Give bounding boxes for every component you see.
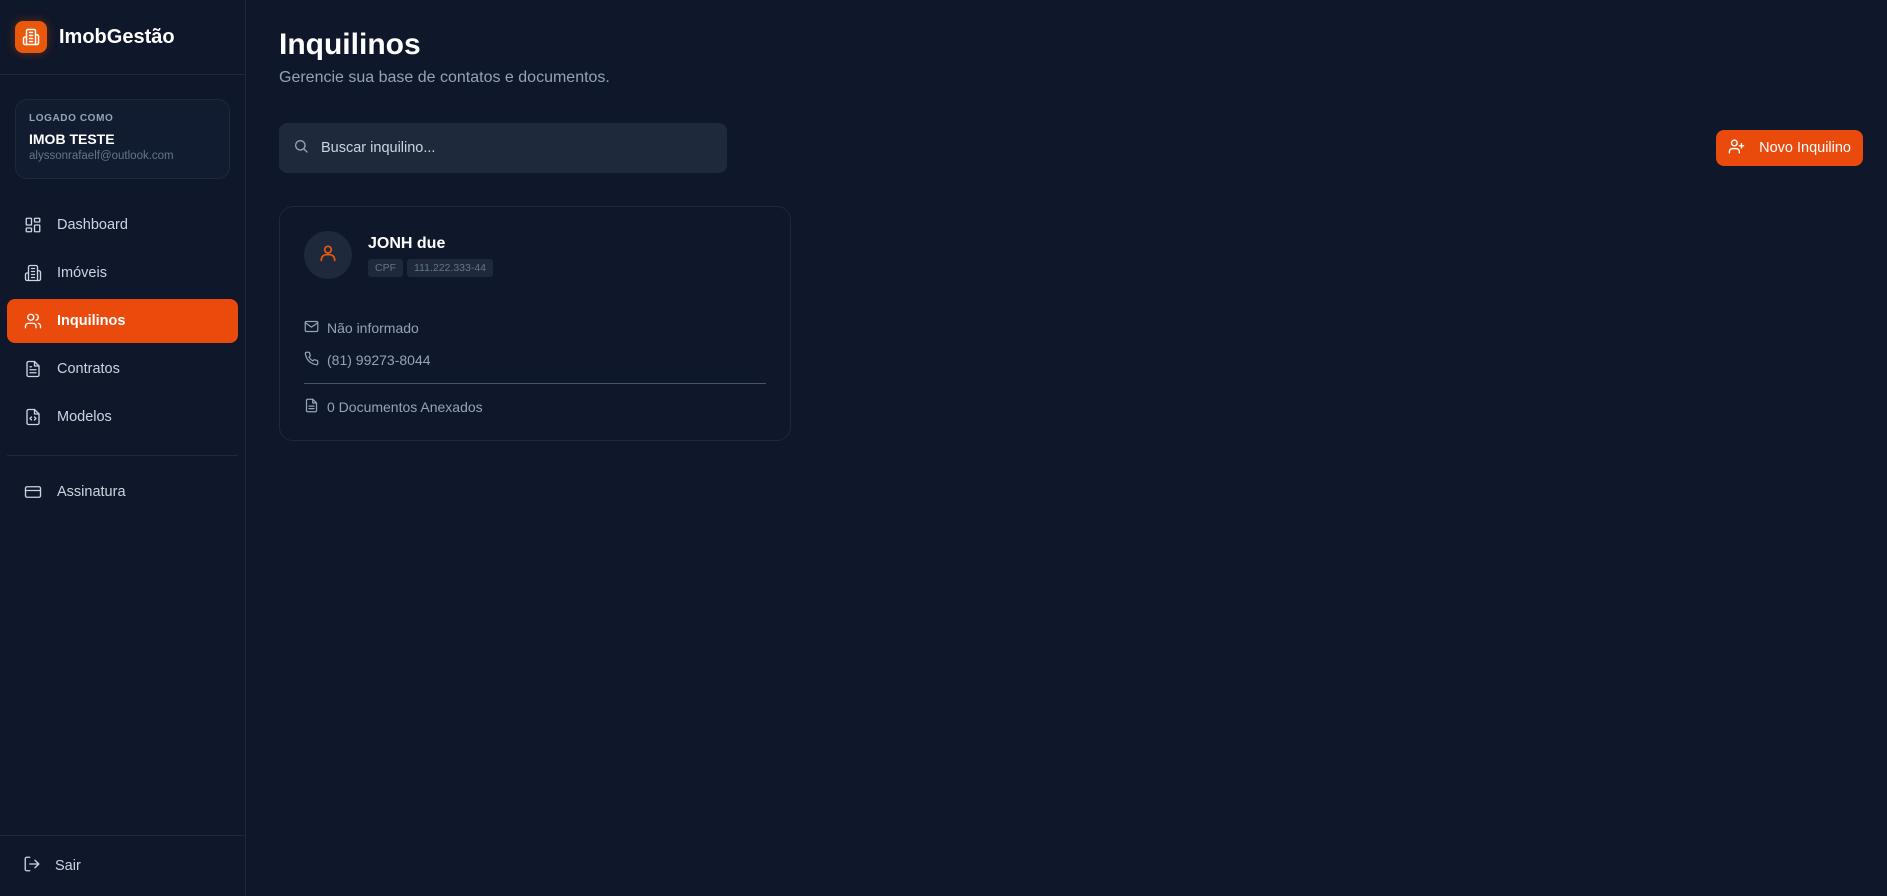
users-icon bbox=[23, 311, 43, 331]
new-tenant-label: Novo Inquilino bbox=[1759, 140, 1851, 156]
brand-name: ImobGestão bbox=[59, 25, 175, 48]
user-icon bbox=[318, 243, 338, 268]
nav-divider bbox=[7, 455, 238, 456]
page-subtitle: Gerencie sua base de contatos e document… bbox=[279, 69, 610, 86]
sidebar-item-contratos[interactable]: Contratos bbox=[7, 347, 238, 391]
sidebar-nav: Dashboard Imóveis Inquilinos Contratos M… bbox=[0, 203, 245, 443]
file-icon bbox=[304, 398, 319, 416]
phone-icon bbox=[304, 351, 319, 369]
sidebar-item-label: Imóveis bbox=[57, 265, 107, 281]
new-tenant-button[interactable]: Novo Inquilino bbox=[1716, 130, 1863, 166]
tenant-documents: 0 Documentos Anexados bbox=[327, 399, 483, 415]
user-email: alyssonrafaelf@outlook.com bbox=[29, 150, 174, 162]
sidebar-footer: Sair bbox=[0, 835, 245, 896]
user-name: IMOB TESTE bbox=[29, 131, 115, 147]
tenant-email-row: Não informado bbox=[304, 319, 766, 337]
logout-label: Sair bbox=[55, 858, 81, 874]
tenant-phone-row: (81) 99273-8044 bbox=[304, 351, 766, 369]
sidebar-item-inquilinos[interactable]: Inquilinos bbox=[7, 299, 238, 343]
sidebar-item-label: Dashboard bbox=[57, 217, 128, 233]
tenant-name: JONH due bbox=[368, 235, 446, 252]
tenant-identity: JONH due CPF 111.222.333-44 bbox=[368, 231, 497, 277]
user-card: LOGADO COMO IMOB TESTE alyssonrafaelf@ou… bbox=[15, 99, 230, 179]
sidebar-nav-secondary: Assinatura bbox=[0, 470, 245, 518]
search-icon bbox=[293, 138, 309, 159]
sidebar-item-label: Assinatura bbox=[57, 484, 126, 500]
tenant-document: CPF 111.222.333-44 bbox=[368, 259, 497, 277]
sidebar-item-label: Modelos bbox=[57, 409, 112, 425]
logout-icon bbox=[23, 855, 41, 877]
doc-type-badge: CPF bbox=[368, 259, 403, 277]
brand[interactable]: ImobGestão bbox=[0, 0, 245, 75]
sidebar: ImobGestão LOGADO COMO IMOB TESTE alysso… bbox=[0, 0, 246, 896]
card-divider bbox=[304, 383, 766, 384]
building-logo-icon bbox=[15, 21, 47, 53]
search-input[interactable] bbox=[321, 140, 701, 156]
code-file-icon bbox=[23, 407, 43, 427]
main-content: Inquilinos Gerencie sua base de contatos… bbox=[246, 0, 1887, 896]
building-icon bbox=[23, 263, 43, 283]
sidebar-item-imoveis[interactable]: Imóveis bbox=[7, 251, 238, 295]
document-icon bbox=[23, 359, 43, 379]
user-caption: LOGADO COMO bbox=[29, 113, 114, 124]
tenant-email: Não informado bbox=[327, 320, 419, 336]
avatar bbox=[304, 231, 352, 279]
mail-icon bbox=[304, 319, 319, 337]
tenant-phone: (81) 99273-8044 bbox=[327, 352, 431, 368]
search-box[interactable] bbox=[279, 123, 727, 173]
toolbar: Novo Inquilino bbox=[279, 123, 1863, 173]
app-root: ImobGestão LOGADO COMO IMOB TESTE alysso… bbox=[0, 0, 1887, 896]
credit-card-icon bbox=[23, 482, 43, 502]
tenant-card[interactable]: JONH due CPF 111.222.333-44 Não informad… bbox=[279, 206, 791, 441]
sidebar-item-dashboard[interactable]: Dashboard bbox=[7, 203, 238, 247]
user-plus-icon bbox=[1728, 138, 1745, 159]
logout-button[interactable]: Sair bbox=[23, 855, 81, 877]
doc-number-badge: 111.222.333-44 bbox=[407, 259, 494, 277]
tenant-documents-row: 0 Documentos Anexados bbox=[304, 398, 766, 416]
page-title: Inquilinos bbox=[279, 28, 421, 61]
dashboard-icon bbox=[23, 215, 43, 235]
sidebar-item-label: Contratos bbox=[57, 361, 120, 377]
sidebar-item-label: Inquilinos bbox=[57, 313, 126, 329]
tenant-card-header: JONH due CPF 111.222.333-44 bbox=[304, 231, 766, 279]
sidebar-item-assinatura[interactable]: Assinatura bbox=[7, 470, 238, 514]
sidebar-item-modelos[interactable]: Modelos bbox=[7, 395, 238, 439]
